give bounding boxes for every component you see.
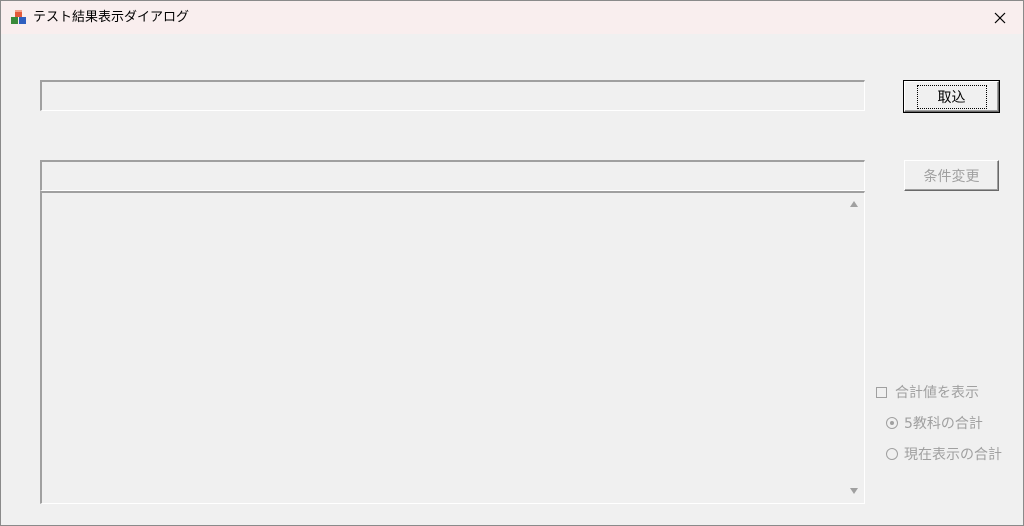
five-subjects-radio[interactable] bbox=[886, 417, 898, 429]
current-display-radio[interactable] bbox=[886, 448, 898, 460]
condition-field[interactable] bbox=[40, 160, 865, 191]
import-button-label: 取込 bbox=[916, 84, 987, 109]
scroll-up-icon[interactable] bbox=[850, 201, 858, 207]
dialog-window: テスト結果表示ダイアログ 取込 条件変更 合計値を表示 5教科の合計 現在表示の… bbox=[0, 0, 1024, 526]
app-cubes-icon bbox=[11, 10, 26, 24]
show-total-checkbox[interactable] bbox=[876, 386, 887, 398]
close-button[interactable] bbox=[977, 1, 1023, 34]
show-total-option[interactable]: 合計値を表示 bbox=[876, 382, 979, 402]
title-bar: テスト結果表示ダイアログ bbox=[1, 1, 1023, 34]
import-button[interactable]: 取込 bbox=[903, 80, 1000, 113]
five-subjects-option[interactable]: 5教科の合計 bbox=[886, 413, 983, 433]
five-subjects-label: 5教科の合計 bbox=[904, 416, 983, 432]
close-icon bbox=[994, 12, 1006, 23]
show-total-label: 合計値を表示 bbox=[895, 385, 979, 401]
results-area[interactable] bbox=[40, 191, 865, 504]
change-conditions-label: 条件変更 bbox=[923, 168, 980, 185]
current-display-label: 現在表示の合計 bbox=[904, 447, 1002, 463]
scroll-down-icon[interactable] bbox=[850, 488, 858, 494]
window-title: テスト結果表示ダイアログ bbox=[33, 10, 190, 25]
results-scrollbar[interactable] bbox=[845, 193, 863, 502]
path-field[interactable] bbox=[40, 80, 865, 111]
current-display-option[interactable]: 現在表示の合計 bbox=[886, 444, 1002, 464]
change-conditions-button[interactable]: 条件変更 bbox=[904, 160, 999, 191]
